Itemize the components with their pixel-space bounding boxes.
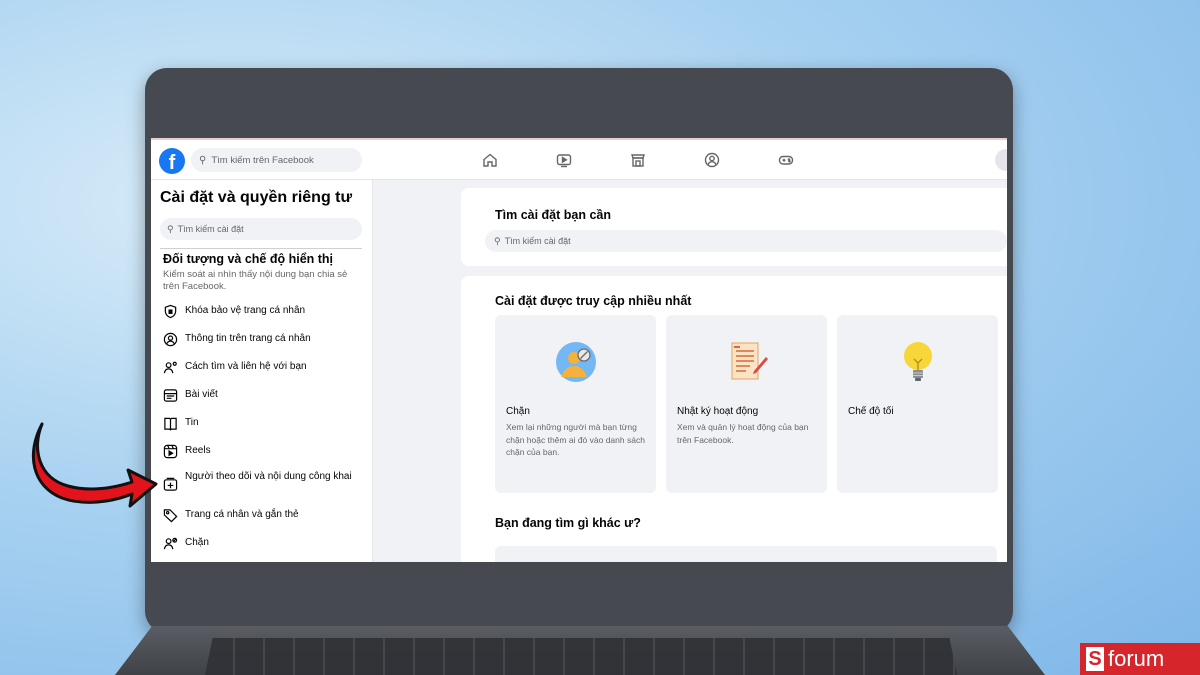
sidebar-item-blocking[interactable]: Chặn — [162, 535, 362, 551]
gaming-icon[interactable] — [777, 151, 795, 169]
tile-description: Xem và quản lý hoạt động của bạn trên Fa… — [677, 422, 809, 445]
section-title: Đối tượng và chế độ hiển thị — [163, 252, 334, 266]
sidebar-item-label: Trang cá nhân và gắn thẻ — [185, 509, 299, 520]
sidebar-title: Cài đặt và quyền riêng tư — [160, 189, 353, 206]
watch-icon[interactable] — [555, 151, 573, 169]
find-settings-title: Tìm cài đặt bạn cần — [495, 208, 612, 222]
profile-icon — [162, 331, 178, 347]
sidebar-item-profile-lock[interactable]: Khóa bảo vệ trang cá nhân — [162, 303, 362, 319]
tile-description: Xem lại những người mà bạn từng chặn hoặ… — [506, 422, 645, 457]
tile-activity-log[interactable]: Nhật ký hoạt động Xem và quản lý hoạt độ… — [666, 315, 827, 493]
settings-search-placeholder: Tìm kiếm cài đặt — [177, 224, 244, 234]
facebook-search-input[interactable]: ⚲ Tìm kiếm trên Facebook — [191, 148, 362, 172]
section-description: Kiểm soát ai nhìn thấy nội dung bạn chia… — [163, 269, 348, 292]
find-settings-card: Tìm cài đặt bạn cần ⚲ Tìm kiếm cài đặt — [461, 188, 1007, 266]
main-nav — [481, 151, 851, 169]
lightbulb-illustration-icon — [903, 342, 932, 381]
block-user-icon — [162, 535, 178, 551]
groups-icon[interactable] — [703, 151, 721, 169]
sidebar-item-reels[interactable]: Reels — [162, 443, 362, 459]
sidebar-item-label: Cách tìm và liên hệ với bạn — [185, 361, 307, 372]
settings-search-input[interactable]: ⚲ Tìm kiếm cài đặt — [160, 218, 362, 240]
search-icon: ⚲ — [167, 223, 174, 234]
most-visited-title: Cài đặt được truy cập nhiều nhất — [495, 294, 692, 308]
sforum-watermark: S forum — [1080, 643, 1200, 675]
sidebar-item-stories[interactable]: Tin — [162, 415, 362, 431]
posts-icon — [162, 387, 178, 403]
sidebar-item-label: Reels — [185, 445, 211, 456]
sidebar-item-posts[interactable]: Bài viết — [162, 387, 362, 403]
sidebar-item-label: Người theo dõi và nội dung công khai — [185, 471, 352, 482]
contact-icon — [162, 359, 178, 375]
browser-screen: f ⚲ Tìm kiếm trên Facebook Cài đặt và qu… — [151, 138, 1007, 562]
activity-log-illustration-icon — [731, 342, 768, 380]
marketplace-icon[interactable] — [629, 151, 647, 169]
sidebar-item-label: Bài viết — [185, 389, 218, 400]
sforum-logo-letter: S — [1086, 647, 1104, 671]
other-settings-panel — [495, 546, 997, 562]
sidebar-item-label: Thông tin trên trang cá nhân — [185, 333, 311, 344]
divider — [160, 248, 362, 249]
facebook-search-placeholder: Tìm kiếm trên Facebook — [211, 154, 314, 166]
tile-title: Nhật ký hoạt động — [677, 406, 759, 417]
tile-title: Chế độ tối — [848, 406, 894, 417]
settings-sidebar: Cài đặt và quyền riêng tư ⚲ Tìm kiếm cài… — [151, 180, 373, 562]
sidebar-item-label: Tin — [185, 417, 199, 428]
sidebar-item-profile-tagging[interactable]: Trang cá nhân và gắn thẻ — [162, 507, 362, 523]
sidebar-item-followers[interactable]: Người theo dõi và nội dung công khai — [162, 469, 362, 492]
search-icon: ⚲ — [199, 154, 207, 166]
sidebar-item-find-contact[interactable]: Cách tìm và liên hệ với bạn — [162, 359, 362, 375]
tile-dark-mode[interactable]: Chế độ tối — [837, 315, 998, 493]
find-settings-placeholder: Tìm kiếm cài đặt — [504, 236, 571, 246]
sforum-logo-text: forum — [1108, 646, 1165, 671]
laptop-keyboard — [205, 638, 957, 675]
blocking-illustration-icon — [555, 342, 596, 382]
most-visited-card: Cài đặt được truy cập nhiều nhất Chặn Xe… — [461, 276, 1007, 562]
find-settings-search-input[interactable]: ⚲ Tìm kiếm cài đặt — [485, 230, 1007, 252]
sidebar-item-profile-info[interactable]: Thông tin trên trang cá nhân — [162, 331, 362, 347]
tile-blocking[interactable]: Chặn Xem lại những người mà bạn từng chặ… — [495, 315, 656, 493]
tile-title: Chặn — [506, 406, 530, 417]
facebook-logo-icon[interactable]: f — [159, 148, 185, 174]
other-settings-title: Bạn đang tìm gì khác ư? — [495, 516, 641, 530]
shield-icon — [162, 303, 178, 319]
sidebar-item-label: Khóa bảo vệ trang cá nhân — [185, 305, 306, 316]
sidebar-item-label: Chặn — [185, 537, 209, 548]
facebook-topbar: f ⚲ Tìm kiếm trên Facebook — [151, 140, 1007, 180]
red-arrow-annotation-icon — [31, 422, 158, 508]
home-icon[interactable] — [481, 151, 499, 169]
account-avatar[interactable] — [995, 149, 1007, 171]
search-icon: ⚲ — [494, 235, 501, 246]
